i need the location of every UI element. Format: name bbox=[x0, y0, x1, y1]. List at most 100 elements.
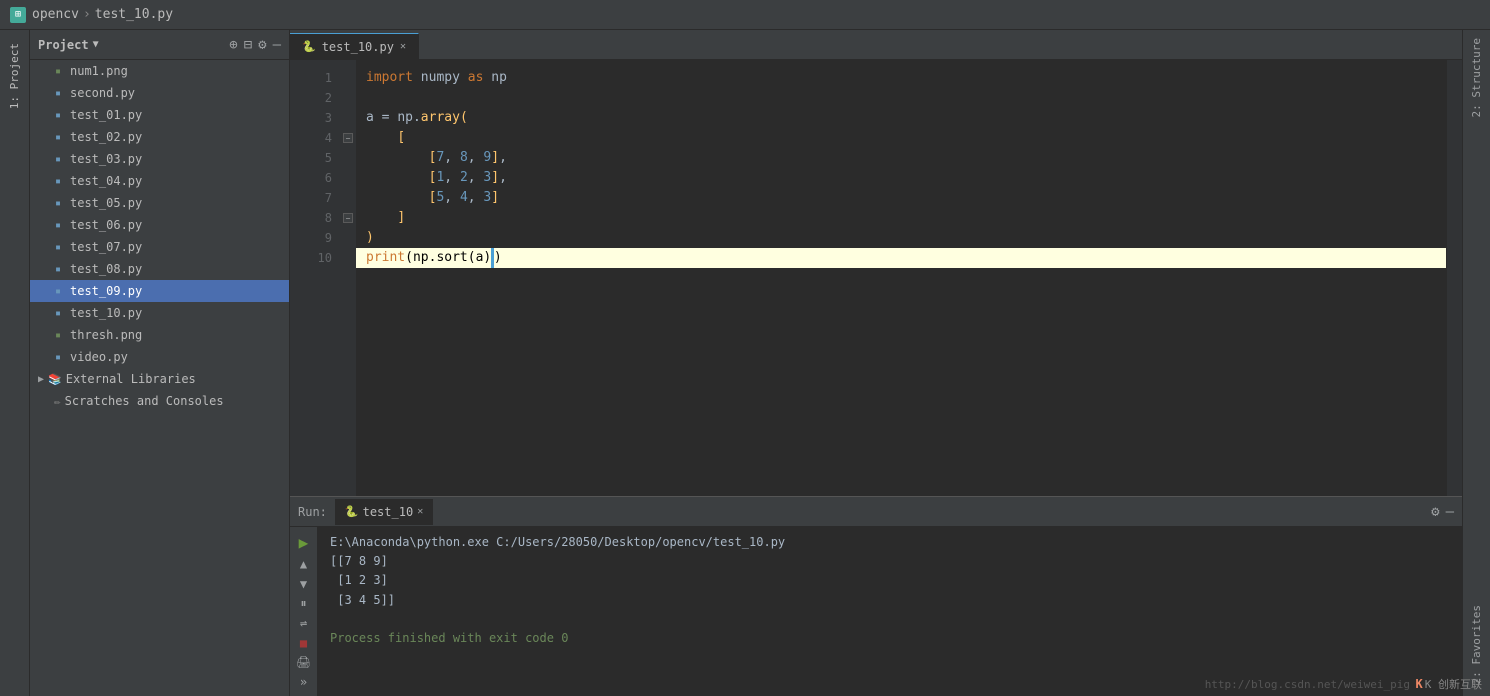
fold-marker-close[interactable]: − bbox=[343, 213, 353, 223]
project-title: Project bbox=[38, 38, 89, 52]
file-test07-py[interactable]: ▪ test_07.py bbox=[30, 236, 289, 258]
project-panel: Project ▼ ⊕ ⊟ ⚙ — ▪ num1.png ▪ second.py… bbox=[30, 30, 290, 696]
filename-test07: test_07.py bbox=[70, 240, 142, 254]
run-panel: Run: 🐍 test_10 ✕ ⚙ — ▶ ▲ ▼ bbox=[290, 496, 1462, 696]
section-label-ext-lib: External Libraries bbox=[66, 372, 196, 386]
filename-num1-png: num1.png bbox=[70, 64, 128, 78]
scratches-icon: ✏ bbox=[54, 395, 61, 408]
sidebar-tab-project[interactable]: 1: Project bbox=[4, 35, 25, 117]
project-header: Project ▼ ⊕ ⊟ ⚙ — bbox=[30, 30, 289, 60]
line-numbers: 1 2 3 4 5 6 7 8 9 10 bbox=[290, 60, 340, 496]
fold-marker-open[interactable]: − bbox=[343, 133, 353, 143]
file-test06-py[interactable]: ▪ test_06.py bbox=[30, 214, 289, 236]
file-test10-py[interactable]: ▪ test_10.py bbox=[30, 302, 289, 324]
file-video-py[interactable]: ▪ video.py bbox=[30, 346, 289, 368]
section-scratches[interactable]: ✏ Scratches and Consoles bbox=[30, 390, 289, 412]
run-tab-bar: Run: 🐍 test_10 ✕ ⚙ — bbox=[290, 497, 1462, 527]
run-scroll-down[interactable]: ▼ bbox=[294, 576, 314, 592]
code-line-9: ) bbox=[356, 228, 1446, 248]
editor-right-strip bbox=[1446, 60, 1462, 496]
filename-test04: test_04.py bbox=[70, 174, 142, 188]
main-area: 1: Project Project ▼ ⊕ ⊟ ⚙ — ▪ num1.png … bbox=[0, 30, 1490, 696]
py-file-icon: ▪ bbox=[50, 283, 66, 299]
filename-test09: test_09.py bbox=[70, 284, 142, 298]
py-file-icon: ▪ bbox=[50, 107, 66, 123]
code-gutter: − − bbox=[340, 60, 356, 496]
run-more-icon[interactable]: » bbox=[294, 674, 314, 690]
file-test02-py[interactable]: ▪ test_02.py bbox=[30, 126, 289, 148]
project-tree: ▪ num1.png ▪ second.py ▪ test_01.py ▪ te… bbox=[30, 60, 289, 696]
file-test09-py[interactable]: ▪ test_09.py bbox=[30, 280, 289, 302]
filename-thresh: thresh.png bbox=[70, 328, 142, 342]
right-tab-structure[interactable]: 2: Structure bbox=[1466, 30, 1487, 125]
run-pause-button[interactable]: ⏸ bbox=[294, 595, 314, 611]
run-output-path: E:\Anaconda\python.exe C:/Users/28050/De… bbox=[330, 533, 1450, 552]
title-filename: test_10.py bbox=[95, 7, 173, 22]
app-icon: ⊞ bbox=[10, 7, 26, 23]
code-line-8: ] bbox=[356, 208, 1446, 228]
file-num1-png[interactable]: ▪ num1.png bbox=[30, 60, 289, 82]
run-label: Run: bbox=[298, 505, 327, 519]
code-line-5: [7, 8, 9], bbox=[356, 148, 1446, 168]
run-tab-close[interactable]: ✕ bbox=[417, 506, 423, 517]
code-line-7: [5, 4, 3] bbox=[356, 188, 1446, 208]
run-content-area: ▶ ▲ ▼ ⏸ ⇌ ■ 🖨 » E:\Anaconda\python.exe C… bbox=[290, 527, 1462, 696]
filename-video: video.py bbox=[70, 350, 128, 364]
editor-tab-bar: 🐍 test_10.py ✕ bbox=[290, 30, 1462, 60]
file-test08-py[interactable]: ▪ test_08.py bbox=[30, 258, 289, 280]
settings-icon[interactable]: ⚙ bbox=[258, 37, 266, 53]
run-stop-button[interactable]: ■ bbox=[294, 635, 314, 651]
py-file-icon: ▪ bbox=[50, 239, 66, 255]
section-label-scratches: Scratches and Consoles bbox=[65, 394, 224, 408]
py-file-icon: ▪ bbox=[50, 217, 66, 233]
code-editor[interactable]: 1 2 3 4 5 6 7 8 9 10 − bbox=[290, 60, 1462, 496]
run-tab-right-icons: ⚙ — bbox=[1431, 504, 1454, 520]
tab-file-icon: 🐍 bbox=[302, 40, 316, 53]
watermark: http://blog.csdn.net/weiwei_pig bbox=[1205, 678, 1410, 691]
py-file-icon: ▪ bbox=[50, 305, 66, 321]
tab-close-button[interactable]: ✕ bbox=[400, 41, 406, 52]
project-name: opencv bbox=[32, 7, 79, 22]
run-output-line1: [[7 8 9] bbox=[330, 552, 1450, 571]
run-output-line3: [3 4 5]] bbox=[330, 591, 1450, 610]
code-line-1: import numpy as np bbox=[356, 68, 1446, 88]
project-dropdown-arrow[interactable]: ▼ bbox=[93, 39, 99, 50]
run-wrap-icon[interactable]: ⇌ bbox=[294, 615, 314, 631]
tab-label: test_10.py bbox=[322, 40, 394, 54]
minimize-icon[interactable]: — bbox=[273, 37, 281, 53]
filename-test02: test_02.py bbox=[70, 130, 142, 144]
brand-logo: K K 创新互联 bbox=[1416, 676, 1482, 692]
py-file-icon: ▪ bbox=[50, 349, 66, 365]
file-second-py[interactable]: ▪ second.py bbox=[30, 82, 289, 104]
collapse-icon[interactable]: ⊟ bbox=[244, 37, 252, 53]
target-icon[interactable]: ⊕ bbox=[229, 37, 237, 53]
run-output-line4 bbox=[330, 610, 1450, 629]
editor-tab-test10[interactable]: 🐍 test_10.py ✕ bbox=[290, 33, 419, 59]
py-file-icon: ▪ bbox=[50, 129, 66, 145]
run-print-icon[interactable]: 🖨 bbox=[294, 655, 314, 671]
code-content[interactable]: import numpy as np a = np.array( [ [7, 8… bbox=[356, 60, 1446, 496]
file-test04-py[interactable]: ▪ test_04.py bbox=[30, 170, 289, 192]
code-line-10: print(np.sort(a)|) bbox=[356, 248, 1446, 268]
py-file-icon: ▪ bbox=[50, 151, 66, 167]
filename-second-py: second.py bbox=[70, 86, 135, 100]
code-line-6: [1, 2, 3], bbox=[356, 168, 1446, 188]
run-settings-icon[interactable]: ⚙ bbox=[1431, 504, 1439, 520]
run-minimize-icon[interactable]: — bbox=[1446, 504, 1454, 520]
file-test01-py[interactable]: ▪ test_01.py bbox=[30, 104, 289, 126]
left-sidebar-strip: 1: Project bbox=[0, 30, 30, 696]
right-sidebar-strip: 2: Structure 2: Favorites bbox=[1462, 30, 1490, 696]
file-test03-py[interactable]: ▪ test_03.py bbox=[30, 148, 289, 170]
py-file-icon: ▪ bbox=[50, 261, 66, 277]
run-play-button[interactable]: ▶ bbox=[294, 533, 314, 552]
filename-test05: test_05.py bbox=[70, 196, 142, 210]
file-test05-py[interactable]: ▪ test_05.py bbox=[30, 192, 289, 214]
filename-test10: test_10.py bbox=[70, 306, 142, 320]
run-left-controls: ▶ ▲ ▼ ⏸ ⇌ ■ 🖨 » bbox=[290, 527, 318, 696]
run-tab-test10[interactable]: 🐍 test_10 ✕ bbox=[335, 499, 433, 525]
run-tab-icon: 🐍 bbox=[345, 505, 359, 518]
section-external-libraries[interactable]: ▶ 📚 External Libraries bbox=[30, 368, 289, 390]
png-file-icon: ▪ bbox=[50, 63, 66, 79]
file-thresh-png[interactable]: ▪ thresh.png bbox=[30, 324, 289, 346]
run-scroll-up[interactable]: ▲ bbox=[294, 556, 314, 572]
